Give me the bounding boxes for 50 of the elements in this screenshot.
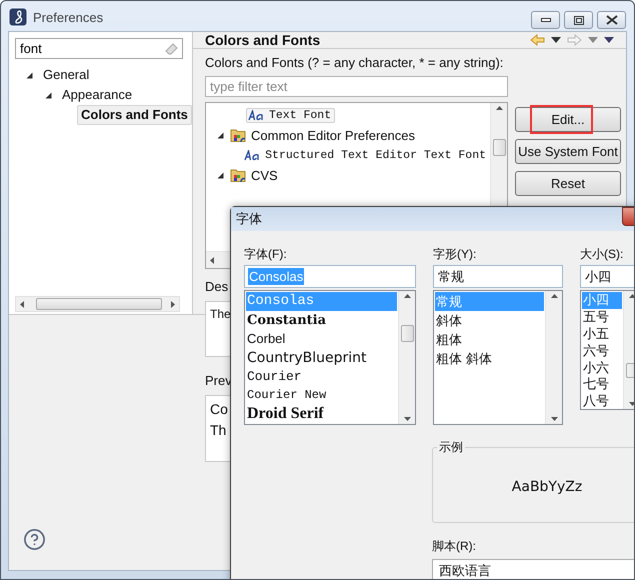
push-button[interactable]: Reset bbox=[515, 171, 621, 196]
input-field[interactable]: 小四 bbox=[580, 265, 634, 288]
preview-text: Co bbox=[210, 401, 228, 418]
field-label: 字形(Y): bbox=[433, 246, 478, 263]
field-label: 大小(S): bbox=[580, 246, 624, 263]
preview-label: Prev bbox=[205, 373, 232, 389]
list-item[interactable]: 五号 bbox=[582, 308, 622, 326]
description-label: Des bbox=[205, 279, 228, 295]
tree-item[interactable]: CVS bbox=[251, 168, 278, 182]
list-item[interactable]: Courier bbox=[246, 367, 397, 386]
list-item[interactable]: CountryBlueprint bbox=[246, 348, 397, 368]
window-title: Preferences bbox=[33, 9, 104, 27]
list-item[interactable]: 六号 bbox=[582, 342, 622, 360]
search-field[interactable]: font bbox=[15, 38, 183, 59]
field-value: 小四 bbox=[584, 268, 612, 285]
page-title: Colors and Fonts bbox=[205, 32, 320, 48]
tree-item[interactable]: Appearance bbox=[58, 85, 136, 105]
field-label: 脚本(R): bbox=[432, 538, 477, 555]
list-box[interactable]: 常规 斜体 粗体 粗体 斜体 bbox=[433, 290, 563, 425]
push-button[interactable]: Use System Font bbox=[515, 139, 621, 164]
dialog-title: 字体 bbox=[236, 211, 262, 228]
list-item[interactable]: Corbel bbox=[246, 330, 397, 348]
tree-item[interactable]: Colors and Fonts bbox=[77, 105, 192, 125]
list-item[interactable]: 七号 bbox=[582, 376, 622, 393]
list-item[interactable]: 粗体 bbox=[435, 330, 544, 349]
list-item[interactable]: Constantia bbox=[246, 310, 397, 330]
tree-item[interactable]: Common Editor Preferences bbox=[251, 128, 416, 142]
sample-text: AaBbYyZz bbox=[512, 479, 582, 495]
list-item[interactable]: Courier New bbox=[246, 386, 397, 405]
list-item[interactable]: 斜体 bbox=[435, 311, 544, 330]
description-text: The bbox=[210, 307, 231, 322]
list-item[interactable]: 小六 bbox=[582, 359, 622, 376]
script-dropdown[interactable]: 西欧语言 bbox=[432, 559, 634, 579]
tree-item[interactable]: General bbox=[39, 65, 94, 85]
list-item[interactable]: Droid Serif bbox=[246, 404, 397, 424]
tree-item[interactable]: Structured Text Editor Text Font bbox=[265, 148, 486, 162]
filter-label: Colors and Fonts (? = any character, * = any string): bbox=[205, 55, 504, 71]
list-box[interactable]: Consolas Constantia Corbel CountryBlueprint Courier Courier New Droid Serif bbox=[244, 290, 416, 425]
filter-field[interactable]: type filter text bbox=[205, 76, 508, 97]
input-field[interactable]: 常规 bbox=[433, 265, 563, 288]
list-item[interactable]: 粗体 斜体 bbox=[435, 349, 544, 368]
field-label: 字体(F): bbox=[244, 246, 288, 263]
list-item[interactable]: 八号 bbox=[582, 392, 622, 409]
group-label: 示例 bbox=[438, 439, 464, 456]
field-value: 常规 bbox=[437, 268, 465, 285]
preview-text: Th bbox=[210, 422, 226, 439]
list-item[interactable]: 小五 bbox=[582, 326, 622, 342]
list-box[interactable]: 小四 五号 小五 六号 小六 七号 八号 bbox=[580, 290, 634, 410]
push-button[interactable]: Edit... bbox=[515, 107, 621, 132]
field-value: Consolas bbox=[248, 268, 304, 285]
